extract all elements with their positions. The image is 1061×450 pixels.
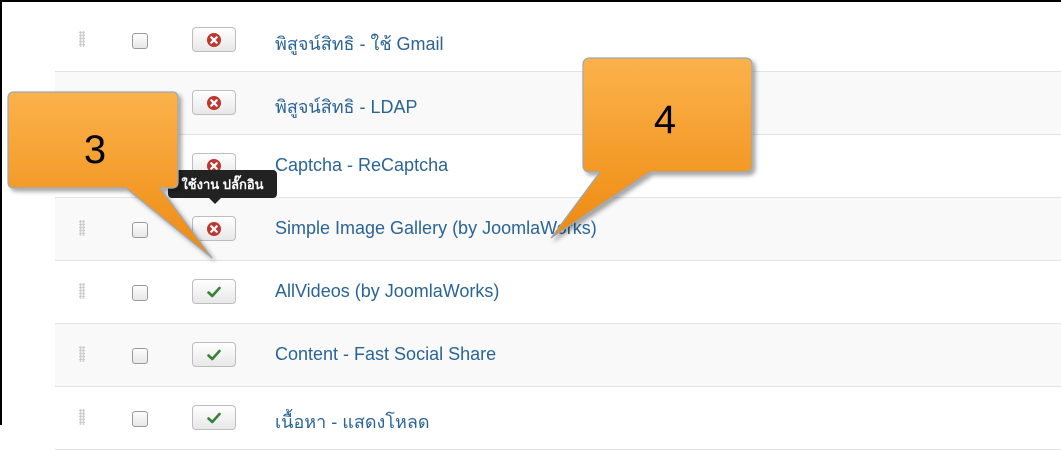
- callout-4-shape: [550, 57, 753, 239]
- callout-3-number: 3: [83, 128, 107, 172]
- callout-3-shape: [7, 91, 213, 259]
- callout-shapes: [7, 57, 753, 259]
- callout-4-number: 4: [653, 98, 677, 142]
